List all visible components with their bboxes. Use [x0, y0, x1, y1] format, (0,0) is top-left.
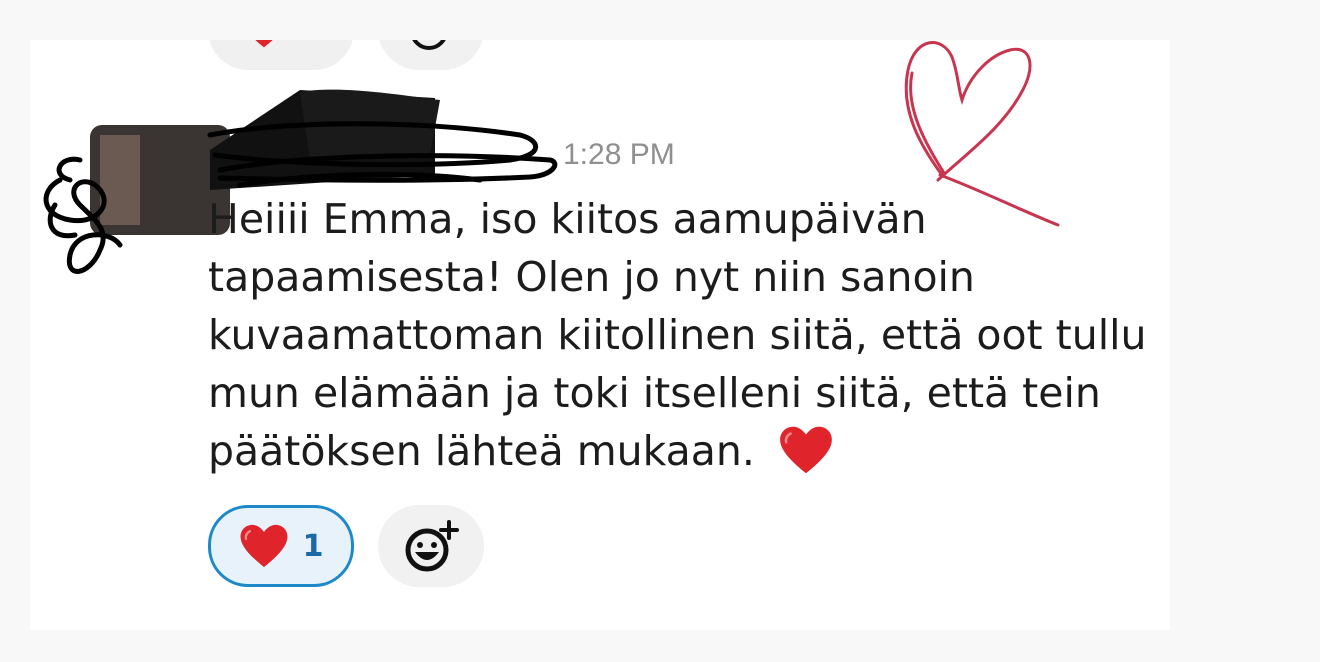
message-line-4: mun elämään ja toki itselleni siitä, ett… [208, 369, 1101, 417]
message-line-5-text: päätöksen lähteä mukaan. [208, 427, 755, 475]
message-text: Heiiii Emma, iso kiitos aamupäivän tapaa… [208, 190, 1178, 480]
heart-emoji-icon [240, 524, 287, 568]
message-line-1: Heiiii Emma, iso kiitos aamupäivän [208, 195, 927, 243]
message-line-3: kuvaamattoman kiitollinen siitä, että oo… [208, 311, 1147, 359]
add-reaction-button[interactable] [378, 505, 484, 587]
message-line-5: päätöksen lähteä mukaan. [208, 422, 1178, 480]
reaction-count: 1 [302, 528, 324, 564]
message-line-2: tapaamisesta! Olen jo nyt niin sanoin [208, 253, 975, 301]
previous-reaction-strip: 1 [0, 0, 1320, 70]
heart-emoji-icon [780, 426, 832, 474]
heart-reaction-button[interactable]: 1 [208, 505, 354, 587]
add-emoji-icon [405, 520, 459, 572]
message-timestamp[interactable]: 1:28 PM [563, 138, 675, 172]
